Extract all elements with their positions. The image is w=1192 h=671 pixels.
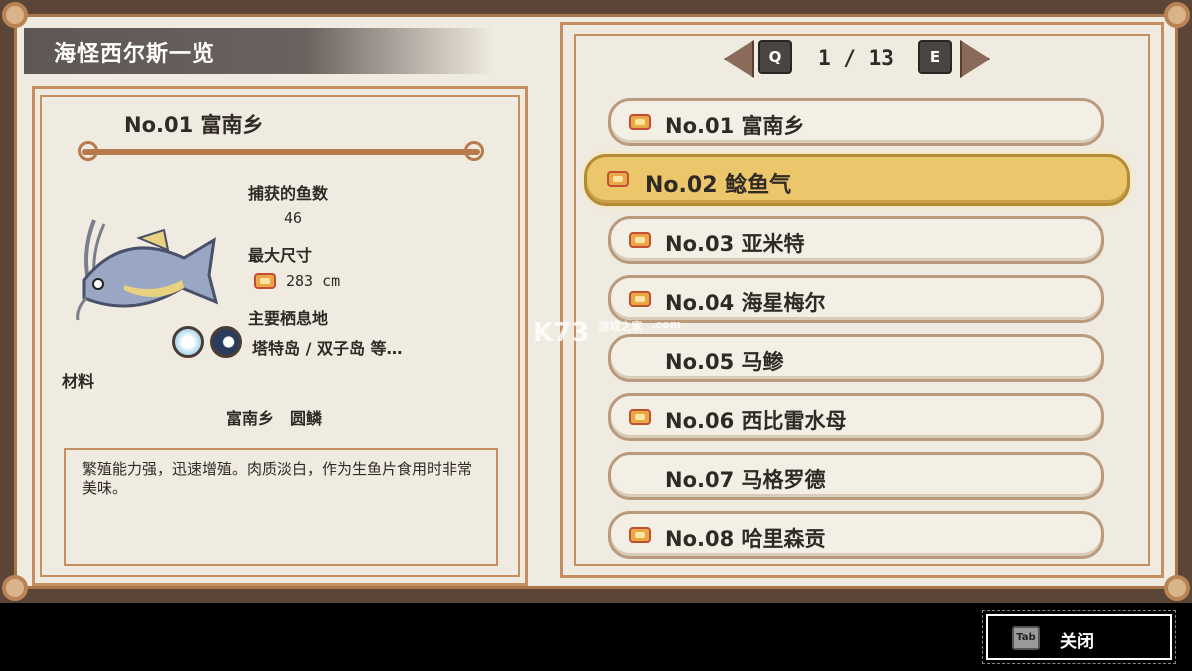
corner-ornament-icon	[2, 575, 28, 601]
prev-page-key[interactable]: Q	[758, 40, 792, 74]
list-item-selected[interactable]: No.02 鲶鱼气	[584, 154, 1130, 206]
list-item-label: No.03 亚米特	[665, 232, 805, 256]
title-bar: 海怪西尔斯一览	[24, 28, 494, 74]
list-item[interactable]: No.03 亚米特	[608, 216, 1104, 264]
list-item-label: No.04 海星梅尔	[665, 291, 826, 315]
list-item-label: No.02 鲶鱼气	[645, 173, 792, 198]
crown-icon	[607, 171, 629, 187]
crown-icon	[254, 273, 276, 289]
list-item[interactable]: No.05 马鲹	[608, 334, 1104, 382]
crown-icon	[629, 114, 651, 130]
pager: Q 1 / 13 E	[724, 38, 990, 80]
fish-name: No.01 富南乡	[124, 113, 264, 137]
page-title: 海怪西尔斯一览	[54, 42, 216, 67]
category-label: 材料	[62, 372, 95, 391]
list-item-label: No.05 马鲹	[665, 350, 784, 374]
crown-icon	[629, 409, 651, 425]
list-item-label: No.01 富南乡	[665, 114, 805, 138]
corner-ornament-icon	[2, 2, 28, 28]
next-page-arrow-icon[interactable]	[960, 40, 990, 78]
crown-icon	[629, 291, 651, 307]
habitat-label: 主要栖息地	[248, 309, 329, 328]
list-item-label: No.06 西比雷水母	[665, 409, 847, 433]
list-item[interactable]: No.07 马格罗德	[608, 452, 1104, 500]
fish-tags: 富南乡 圆鳞	[226, 409, 323, 428]
watermark-sub: 游戏之家	[598, 320, 643, 333]
habitat-value: 塔特岛 / 双子岛 等…	[252, 339, 403, 358]
close-label: 关闭	[1060, 632, 1094, 652]
moon-icon	[210, 326, 242, 358]
crown-icon	[629, 232, 651, 248]
page-indicator: 1 / 13	[818, 46, 894, 70]
watermark: K73 游戏之家 .com	[533, 318, 681, 348]
max-size-value: 283 cm	[286, 272, 341, 290]
watermark-domain: .com	[651, 318, 682, 331]
corner-ornament-icon	[1164, 575, 1190, 601]
caught-count-label: 捕获的鱼数	[248, 184, 329, 203]
list-item[interactable]: No.08 哈里森贡	[608, 511, 1104, 559]
sun-icon	[172, 326, 204, 358]
list-item[interactable]: No.04 海星梅尔	[608, 275, 1104, 323]
list-item[interactable]: No.01 富南乡	[608, 98, 1104, 146]
tab-key-icon: Tab	[1012, 626, 1040, 650]
watermark-text: K73	[533, 318, 590, 348]
prev-page-arrow-icon[interactable]	[724, 40, 754, 78]
ornamental-divider	[78, 141, 484, 161]
max-size-label: 最大尺寸	[248, 246, 313, 265]
corner-ornament-icon	[1164, 2, 1190, 28]
crown-icon	[629, 527, 651, 543]
caught-count-value: 46	[284, 209, 303, 227]
close-button[interactable]: Tab 关闭	[982, 610, 1176, 664]
list-item-label: No.07 马格罗德	[665, 468, 826, 492]
fish-description: 繁殖能力强，迅速增殖。肉质淡白，作为生鱼片食用时非常美味。	[82, 460, 473, 497]
list-item-label: No.08 哈里森贡	[665, 527, 826, 551]
next-page-key[interactable]: E	[918, 40, 952, 74]
list-item[interactable]: No.06 西比雷水母	[608, 393, 1104, 441]
fish-image	[76, 219, 219, 321]
